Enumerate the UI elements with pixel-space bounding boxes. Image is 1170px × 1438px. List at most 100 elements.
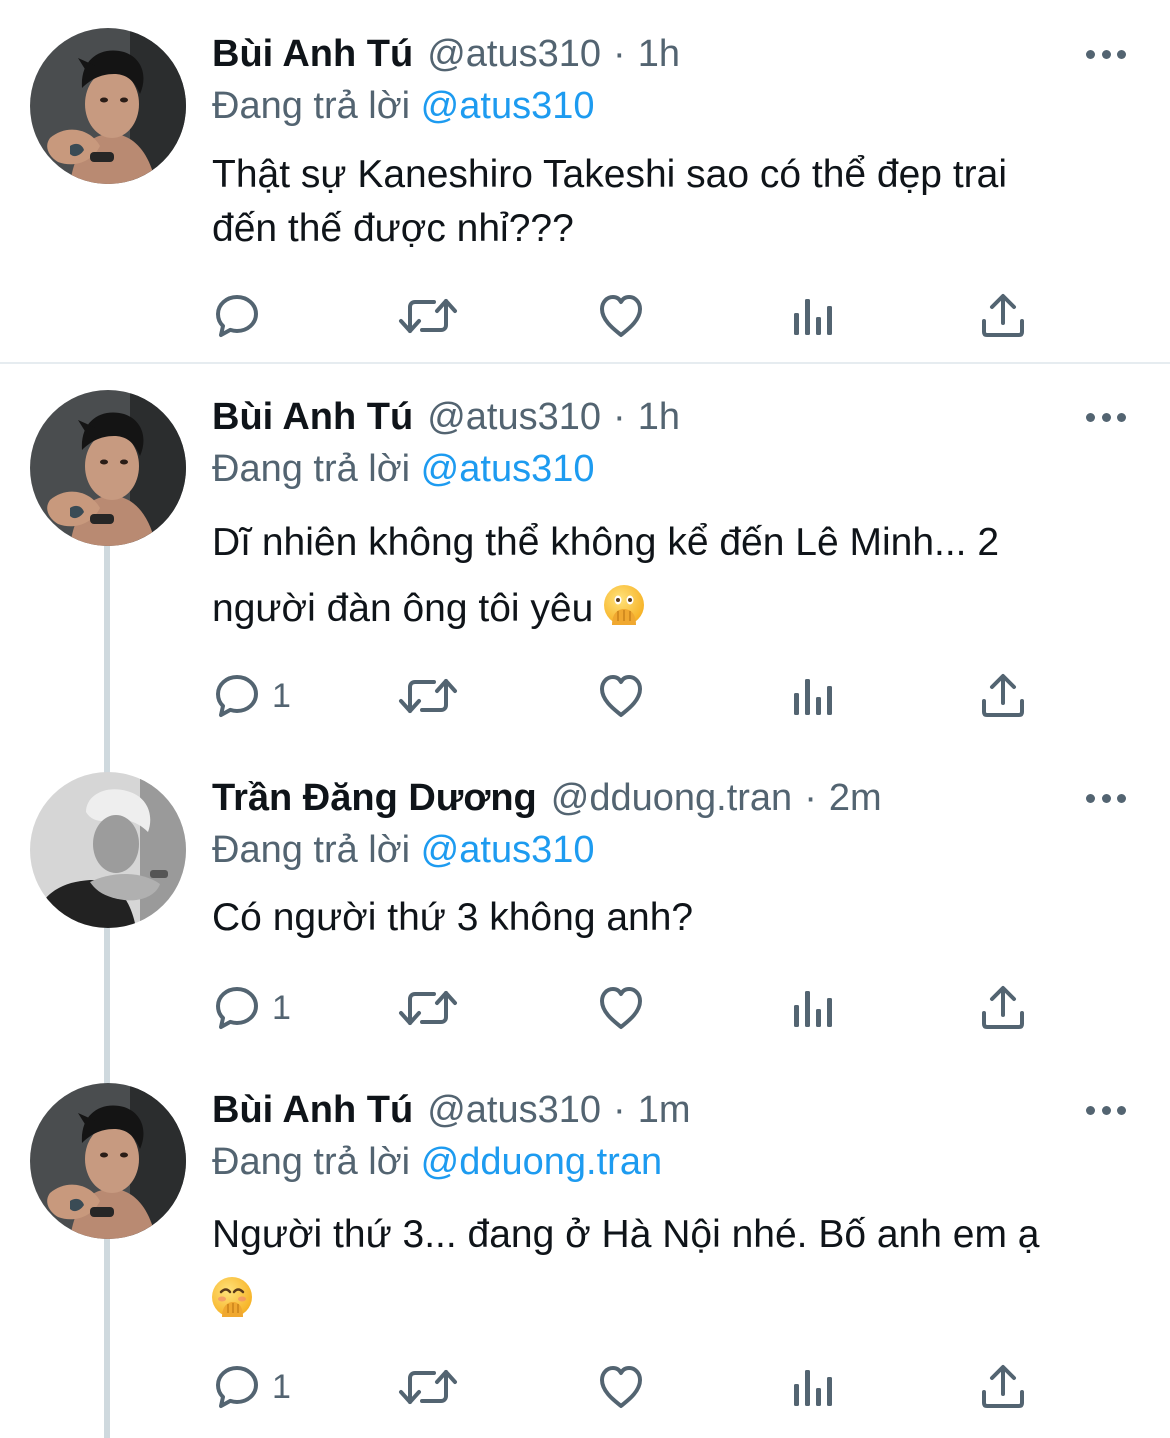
analytics-button[interactable] — [788, 983, 838, 1033]
tweet-text-line: người đàn ông tôi yêu — [212, 587, 594, 630]
tweet-actions: 1 — [0, 1362, 1170, 1412]
reply-button[interactable]: 1 — [212, 1362, 291, 1412]
reply-context: Đang trả lời @atus310 — [212, 80, 594, 132]
tweet-actions: 1 — [0, 671, 1170, 721]
reply-count: 1 — [272, 988, 291, 1027]
reply-icon — [212, 291, 262, 341]
like-button[interactable] — [596, 1362, 646, 1412]
more-icon[interactable] — [1086, 1100, 1126, 1120]
tweet-text: Có người thứ 3 không anh? — [212, 890, 1132, 946]
separator-dot: · — [804, 777, 817, 819]
tweet-text-line: Có người thứ 3 không anh? — [212, 896, 694, 939]
tweet-header: Bùi Anh Tú @atus310 · 1h — [212, 391, 680, 443]
tweet-text-line: Người thứ 3... đang ở Hà Nội nhé. Bố anh… — [212, 1213, 1040, 1256]
more-icon[interactable] — [1086, 407, 1126, 427]
share-button[interactable] — [978, 671, 1028, 721]
user-handle[interactable]: @dduong.tran — [551, 772, 792, 824]
share-button[interactable] — [978, 983, 1028, 1033]
display-name[interactable]: Bùi Anh Tú — [212, 1084, 413, 1136]
share-icon — [978, 671, 1028, 721]
reply-button[interactable]: 1 — [212, 671, 291, 721]
display-name[interactable]: Bùi Anh Tú — [212, 28, 413, 80]
timestamp[interactable]: 1h — [638, 391, 680, 443]
retweet-button[interactable] — [398, 1362, 458, 1412]
more-icon[interactable] — [1086, 788, 1126, 808]
analytics-button[interactable] — [788, 671, 838, 721]
reply-context: Đang trả lời @atus310 — [212, 824, 594, 876]
like-button[interactable] — [596, 291, 646, 341]
share-icon — [978, 1362, 1028, 1412]
tweet[interactable]: Bùi Anh Tú @atus310 · 1h Đang trả lời @a… — [0, 364, 1170, 744]
analytics-button[interactable] — [788, 1362, 838, 1412]
user-handle[interactable]: @atus310 — [427, 391, 601, 443]
more-icon[interactable] — [1086, 44, 1126, 64]
tweet[interactable]: Bùi Anh Tú @atus310 · 1h Đang trả lời @a… — [0, 0, 1170, 362]
reply-mention[interactable]: @atus310 — [421, 829, 595, 871]
timestamp[interactable]: 1m — [638, 1084, 691, 1136]
reply-prefix: Đang trả lời — [212, 1141, 411, 1183]
share-button[interactable] — [978, 291, 1028, 341]
tweet-text-line: Thật sự Kaneshiro Takeshi sao có thể đẹp… — [212, 153, 1008, 196]
tweet-text-line: Dĩ nhiên không thể không kể đến Lê Minh.… — [212, 521, 1000, 564]
reply-button[interactable]: 1 — [212, 983, 291, 1033]
avatar-image — [30, 28, 186, 184]
avatar[interactable] — [30, 390, 186, 546]
avatar-image — [30, 772, 186, 928]
tweet-actions — [0, 291, 1170, 341]
reply-icon — [212, 1362, 262, 1412]
tweet-text: Dĩ nhiên không thể không kể đến Lê Minh.… — [212, 510, 1132, 642]
retweet-button[interactable] — [398, 983, 458, 1033]
reply-count: 1 — [272, 676, 291, 715]
separator-dot: · — [613, 1089, 626, 1131]
user-handle[interactable]: @atus310 — [427, 28, 601, 80]
retweet-button[interactable] — [398, 671, 458, 721]
reply-mention[interactable]: @atus310 — [421, 85, 595, 127]
avatar[interactable] — [30, 1083, 186, 1239]
timestamp[interactable]: 2m — [829, 772, 882, 824]
timestamp[interactable]: 1h — [638, 28, 680, 80]
user-handle[interactable]: @atus310 — [427, 1084, 601, 1136]
analytics-icon — [788, 983, 838, 1033]
retweet-button[interactable] — [398, 291, 458, 341]
share-icon — [978, 983, 1028, 1033]
tweet[interactable]: Bùi Anh Tú @atus310 · 1m Đang trả lời @d… — [0, 1056, 1170, 1438]
retweet-icon — [398, 1362, 458, 1412]
separator-dot: · — [613, 396, 626, 438]
display-name[interactable]: Trần Đăng Dương — [212, 772, 537, 824]
tweet-header: Bùi Anh Tú @atus310 · 1m — [212, 1084, 690, 1136]
share-button[interactable] — [978, 1362, 1028, 1412]
retweet-icon — [398, 671, 458, 721]
tweet-text-line: đến thế được nhỉ??? — [212, 207, 574, 250]
tweet-text: Người thứ 3... đang ở Hà Nội nhé. Bố anh… — [212, 1202, 1132, 1334]
reply-context: Đang trả lời @atus310 — [212, 443, 594, 495]
analytics-button[interactable] — [788, 291, 838, 341]
reply-count: 1 — [272, 1367, 291, 1406]
retweet-icon — [398, 291, 458, 341]
reply-prefix: Đang trả lời — [212, 448, 411, 490]
like-icon — [596, 1362, 646, 1412]
avatar[interactable] — [30, 772, 186, 928]
avatar-image — [30, 390, 186, 546]
reply-button[interactable] — [212, 291, 272, 341]
face-with-open-eyes-and-hand-over-mouth-emoji — [604, 585, 645, 625]
like-button[interactable] — [596, 983, 646, 1033]
tweet-text: Thật sự Kaneshiro Takeshi sao có thể đẹp… — [212, 148, 1132, 256]
display-name[interactable]: Bùi Anh Tú — [212, 391, 413, 443]
tweet[interactable]: Trần Đăng Dương @dduong.tran · 2m Đang t… — [0, 744, 1170, 1056]
reply-prefix: Đang trả lời — [212, 829, 411, 871]
tweet-header: Bùi Anh Tú @atus310 · 1h — [212, 28, 680, 80]
face-with-hand-over-mouth-emoji — [212, 1277, 252, 1317]
reply-mention[interactable]: @dduong.tran — [421, 1141, 662, 1183]
like-icon — [596, 291, 646, 341]
separator-dot: · — [613, 33, 626, 75]
share-icon — [978, 291, 1028, 341]
reply-icon — [212, 983, 262, 1033]
reply-context: Đang trả lời @dduong.tran — [212, 1136, 662, 1188]
analytics-icon — [788, 671, 838, 721]
tweet-header: Trần Đăng Dương @dduong.tran · 2m — [212, 772, 882, 824]
like-button[interactable] — [596, 671, 646, 721]
like-icon — [596, 983, 646, 1033]
reply-mention[interactable]: @atus310 — [421, 448, 595, 490]
avatar[interactable] — [30, 28, 186, 184]
reply-icon — [212, 671, 262, 721]
